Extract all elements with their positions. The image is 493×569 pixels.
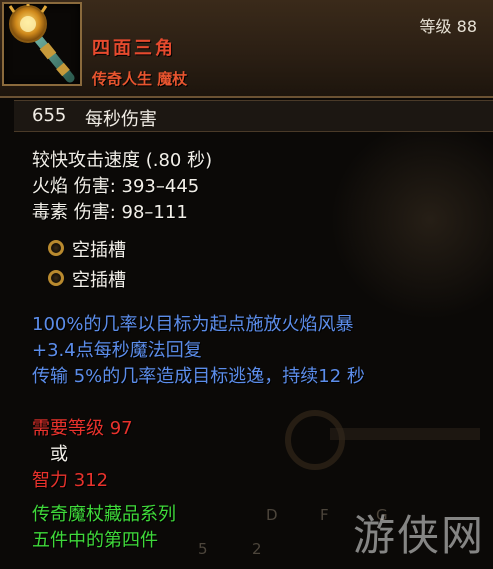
magic-affix: 传输 5%的几率造成目标逃逸，持续12 秒 — [32, 366, 365, 387]
background-bar — [330, 428, 480, 440]
hotkey-f: F — [320, 506, 329, 524]
hotkey-d: D — [266, 506, 278, 524]
socket-label: 空插槽 — [72, 270, 126, 291]
socket-label: 空插槽 — [72, 240, 126, 261]
background-shadow — [330, 120, 493, 320]
socket-icon — [48, 240, 64, 256]
item-tooltip: D F G 5 2 四面三角 传奇人生 魔杖 等级 88 655 每秒伤害 较快… — [0, 0, 493, 569]
attack-speed: 较快攻击速度 (.80 秒) — [32, 150, 213, 171]
item-level: 等级 88 — [419, 17, 477, 36]
dps-value: 655 — [32, 105, 67, 126]
item-type: 传奇人生 魔杖 — [92, 70, 188, 88]
item-name: 四面三角 — [92, 38, 176, 59]
site-watermark: 游侠网 — [352, 511, 485, 560]
required-intelligence: 智力 312 — [32, 470, 109, 491]
magic-affix: 100%的几率以目标为起点施放火焰风暴 — [32, 314, 354, 335]
dps-bar: 655 每秒伤害 — [14, 100, 493, 132]
poison-damage: 毒素 伤害: 98–111 — [32, 202, 188, 223]
socket-icon — [48, 270, 64, 286]
background-ring — [285, 410, 345, 470]
set-name: 传奇魔杖藏品系列 — [32, 504, 176, 525]
requirement-or: 或 — [50, 444, 68, 465]
scepter-icon — [2, 2, 82, 86]
magic-affix: +3.4点每秒魔法回复 — [32, 340, 202, 361]
tooltip-header: 四面三角 传奇人生 魔杖 等级 88 — [0, 0, 493, 98]
fire-damage: 火焰 伤害: 393–445 — [32, 176, 200, 197]
slot-count: 2 — [252, 540, 262, 558]
slot-count: 5 — [198, 540, 208, 558]
set-piece: 五件中的第四件 — [32, 530, 158, 551]
required-level: 需要等级 97 — [32, 418, 133, 439]
dps-label: 每秒伤害 — [85, 109, 157, 130]
